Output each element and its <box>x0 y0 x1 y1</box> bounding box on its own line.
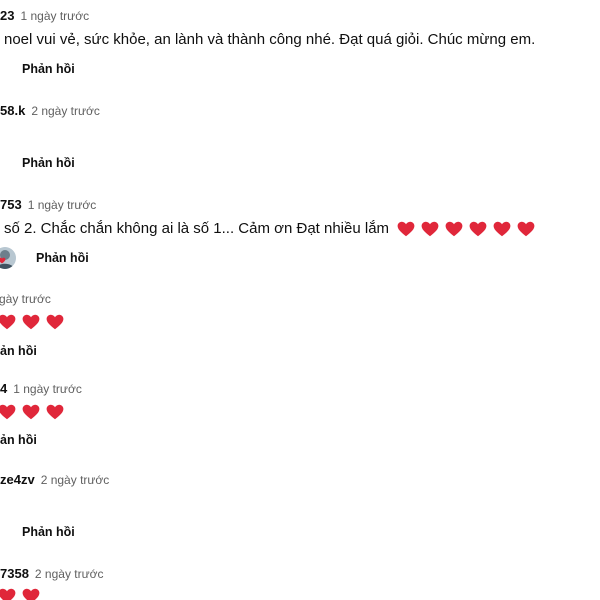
comment-text: noel vui vẻ, sức khỏe, an lành và thành … <box>4 31 536 48</box>
comment-2-meta: 58.k 2 ngày trước <box>0 103 100 119</box>
comment-4-hearts <box>0 314 64 330</box>
comment-timestamp[interactable]: 2 ngày trước <box>35 566 104 582</box>
heart-emoji-icon <box>445 221 463 237</box>
comment-timestamp[interactable]: 1 ngày trước <box>20 8 89 24</box>
comment-author[interactable]: 753 <box>0 197 22 213</box>
heart-emoji-icon <box>46 404 64 420</box>
heart-emoji-icon <box>397 221 415 237</box>
heart-emoji-icon <box>0 404 16 420</box>
comment-text: số 2. Chắc chắn không ai là số 1... Cảm … <box>4 220 390 237</box>
heart-emoji-icon <box>46 314 64 330</box>
heart-emoji-icon <box>421 221 439 237</box>
comment-4-meta: gày trước <box>0 291 51 307</box>
comment-3-hearts <box>397 221 535 237</box>
reply-button[interactable]: Phản hồi <box>22 156 75 170</box>
comment-6-meta: ze4zv 2 ngày trước <box>0 472 109 488</box>
heart-emoji-icon <box>22 588 40 600</box>
heart-emoji-icon <box>493 221 511 237</box>
creator-avatar <box>0 247 16 269</box>
heart-emoji-icon <box>22 404 40 420</box>
comment-timestamp[interactable]: 2 ngày trước <box>31 103 100 119</box>
comment-author[interactable]: 4 <box>0 381 7 397</box>
reply-button[interactable]: Phản hồi <box>36 251 89 265</box>
comment-5-hearts <box>0 404 64 420</box>
comment-3-meta: 753 1 ngày trước <box>0 197 96 213</box>
heart-emoji-icon <box>0 588 16 600</box>
comment-timestamp[interactable]: 1 ngày trước <box>28 197 97 213</box>
comment-7-hearts <box>0 588 40 600</box>
comment-timestamp[interactable]: 1 ngày trước <box>13 381 82 397</box>
comment-author[interactable]: 23 <box>0 8 14 24</box>
comment-1-text: noel vui vẻ, sức khỏe, an lành và thành … <box>4 30 535 50</box>
comment-timestamp[interactable]: 2 ngày trước <box>41 472 110 488</box>
comment-1-meta: 23 1 ngày trước <box>0 8 89 24</box>
heart-emoji-icon <box>22 314 40 330</box>
comment-timestamp[interactable]: gày trước <box>0 291 51 307</box>
comment-author[interactable]: 58.k <box>0 103 25 119</box>
comment-3-text: số 2. Chắc chắn không ai là số 1... Cảm … <box>4 219 535 239</box>
reply-button[interactable]: Phản hồi <box>22 525 75 539</box>
comment-author[interactable]: ze4zv <box>0 472 35 488</box>
comment-7-meta: 7358 2 ngày trước <box>0 566 104 582</box>
heart-emoji-icon <box>469 221 487 237</box>
comment-5-meta: 4 1 ngày trước <box>0 381 82 397</box>
heart-emoji-icon <box>517 221 535 237</box>
heart-emoji-icon <box>0 314 16 330</box>
reply-button[interactable]: ản hồi <box>0 344 37 358</box>
reply-button[interactable]: ản hồi <box>0 433 37 447</box>
comment-author[interactable]: 7358 <box>0 566 29 582</box>
reply-button[interactable]: Phản hồi <box>22 62 75 76</box>
